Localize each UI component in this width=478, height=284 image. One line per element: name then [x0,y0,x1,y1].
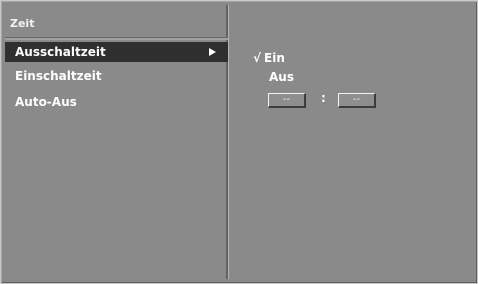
hours-field[interactable]: -- [268,93,306,108]
menu-panel: Zeit Ausschaltzeit Einschaltzeit Auto-Au… [5,5,228,279]
minutes-field[interactable]: -- [338,93,376,108]
option-label: Ein [264,51,285,65]
option-aus[interactable]: Aus [269,69,294,85]
option-label: Aus [269,70,294,84]
menu-item-label: Einschaltzeit [15,69,102,83]
checkmark-icon: √ [253,51,262,65]
submenu-arrow-icon [209,48,216,56]
option-ein[interactable]: √ Ein [253,50,285,66]
menu-item-ausschaltzeit[interactable]: Ausschaltzeit [5,42,228,62]
menu-item-label: Ausschaltzeit [15,45,106,59]
menu-item-auto-aus[interactable]: Auto-Aus [5,92,228,112]
menu-item-einschaltzeit[interactable]: Einschaltzeit [5,66,228,86]
menu-title: Zeit [10,17,35,30]
osd-menu: Zeit Ausschaltzeit Einschaltzeit Auto-Au… [0,0,478,284]
menu-item-label: Auto-Aus [15,95,77,109]
title-divider [5,37,228,40]
time-separator: : [321,91,326,105]
submenu-panel: √ Ein Aus -- : -- [231,5,473,279]
